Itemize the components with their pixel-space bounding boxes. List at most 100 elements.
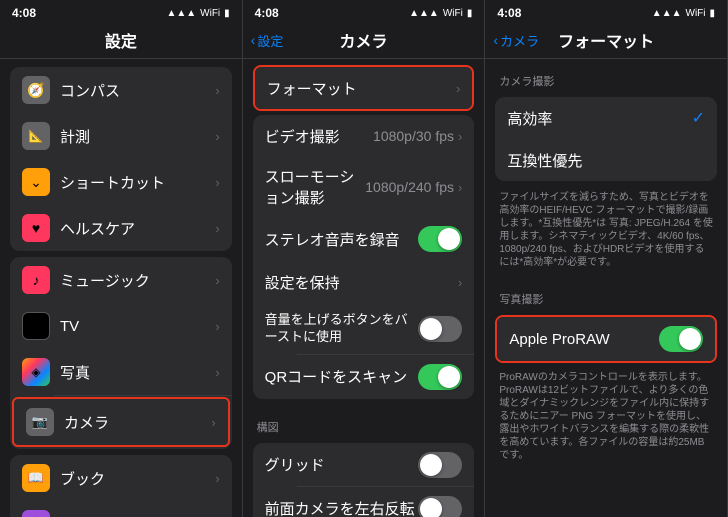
settings-group-1: 🧭 コンパス › 📐 計測 › ⌄ ショートカット › ♥ ヘルスケア › [10, 67, 232, 251]
signal-icon-3: ▲▲▲ [652, 8, 682, 19]
wifi-icon-2: WiFi [443, 8, 463, 19]
camera-label: カメラ [64, 412, 211, 433]
qr-label: QRコードをスキャン [265, 366, 419, 387]
slomotion-value: 1080p/240 fps [365, 179, 454, 195]
nav-header-3: ‹ カメラ フォーマット [485, 24, 727, 59]
back-chevron-3: ‹ [493, 32, 498, 48]
settings-group-3: 📖 ブック › 🎙 Podcast › ◈ Game Center › [10, 455, 232, 517]
photos-row[interactable]: ◈ 写真 › [10, 349, 232, 395]
qr-row[interactable]: QRコードをスキャン [253, 355, 475, 399]
volume-toggle[interactable] [418, 316, 462, 342]
status-bar-1: 4:08 ▲▲▲ WiFi ▮ [0, 0, 242, 24]
back-chevron-2: ‹ [251, 32, 256, 48]
podcast-row[interactable]: 🎙 Podcast › [10, 501, 232, 517]
proraw-highlight: Apple ProRAW [495, 315, 717, 363]
compass-icon: 🧭 [22, 76, 50, 104]
camera-row[interactable]: 📷 カメラ › [14, 399, 228, 445]
photos-label: 写真 [60, 362, 215, 383]
tv-row[interactable]: ▶ TV › [10, 303, 232, 349]
status-time-2: 4:08 [255, 6, 279, 20]
video-row[interactable]: ビデオ撮影 1080p/30 fps › [253, 115, 475, 157]
camera-title: カメラ [340, 28, 388, 52]
save-row[interactable]: 設定を保持 › [253, 261, 475, 303]
format-group-1: 高効率 ✓ 互換性優先 [495, 97, 717, 181]
back-label-3: カメラ [500, 31, 539, 50]
format-label: フォーマット [267, 78, 456, 99]
format-row[interactable]: フォーマット › [255, 67, 473, 109]
frontcam-row[interactable]: 前面カメラを左右反転 [253, 487, 475, 517]
battery-icon: ▮ [224, 8, 230, 19]
music-row[interactable]: ♪ ミュージック › [10, 257, 232, 303]
camera-scroll[interactable]: フォーマット › ビデオ撮影 1080p/30 fps › スローモーション撮影… [243, 59, 485, 517]
format-scroll[interactable]: カメラ撮影 高効率 ✓ 互換性優先 ファイルサイズを減らすため、写真とビデオを高… [485, 59, 727, 517]
grid-toggle[interactable] [418, 452, 462, 478]
proraw-row[interactable]: Apple ProRAW [497, 317, 715, 361]
qr-toggle[interactable] [418, 364, 462, 390]
status-icons-1: ▲▲▲ WiFi ▮ [166, 8, 229, 19]
kouyou-check: ✓ [692, 108, 705, 128]
calc-row[interactable]: 📐 計測 › [10, 113, 232, 159]
section-label-composition: 構図 [243, 405, 485, 439]
books-icon: 📖 [22, 464, 50, 492]
compass-row[interactable]: 🧭 コンパス › [10, 67, 232, 113]
camera-shooting-label: カメラ撮影 [485, 59, 727, 93]
stereo-toggle[interactable] [418, 226, 462, 252]
photos-chevron: › [215, 365, 219, 380]
proraw-desc: ProRAWのカメラコントロールを表示します。ProRAWは12ビットファイルで… [485, 367, 727, 470]
format-title: フォーマット [558, 28, 654, 52]
status-time-1: 4:08 [12, 6, 36, 20]
music-chevron: › [215, 273, 219, 288]
shortcuts-label: ショートカット [60, 172, 215, 193]
slomotion-row[interactable]: スローモーション撮影 1080p/240 fps › [253, 157, 475, 217]
calc-icon: 📐 [22, 122, 50, 150]
video-value: 1080p/30 fps [373, 128, 454, 144]
settings-group-2: ♪ ミュージック › ▶ TV › ◈ 写真 › 📷 カメラ › [10, 257, 232, 449]
format-desc: ファイルサイズを減らすため、写真とビデオを高効率のHEIF/HEVC フォーマッ… [485, 187, 727, 277]
proraw-toggle[interactable] [659, 326, 703, 352]
back-button-2[interactable]: ‹ 設定 [251, 31, 284, 50]
shortcuts-row[interactable]: ⌄ ショートカット › [10, 159, 232, 205]
podcast-icon: 🎙 [22, 510, 50, 517]
battery-icon-3: ▮ [710, 8, 716, 19]
calc-label: 計測 [60, 126, 215, 147]
wifi-icon: WiFi [200, 8, 220, 19]
gokan-label: 互換性優先 [507, 150, 705, 171]
shortcuts-icon: ⌄ [22, 168, 50, 196]
tv-icon: ▶ [22, 312, 50, 340]
frontcam-toggle[interactable] [418, 496, 462, 517]
status-bar-3: 4:08 ▲▲▲ WiFi ▮ [485, 0, 727, 24]
compass-label: コンパス [60, 80, 215, 101]
shortcuts-chevron: › [215, 175, 219, 190]
camera-group-1: ビデオ撮影 1080p/30 fps › スローモーション撮影 1080p/24… [253, 115, 475, 399]
grid-label: グリッド [265, 454, 419, 475]
music-icon: ♪ [22, 266, 50, 294]
health-row[interactable]: ♥ ヘルスケア › [10, 205, 232, 251]
back-button-3[interactable]: ‹ カメラ [493, 31, 539, 50]
format-highlight: フォーマット › [253, 65, 475, 111]
proraw-label: Apple ProRAW [509, 331, 659, 348]
video-chevron: › [458, 129, 462, 144]
stereo-row[interactable]: ステレオ音声を録音 [253, 217, 475, 261]
battery-icon-2: ▮ [467, 8, 473, 19]
grid-row[interactable]: グリッド [253, 443, 475, 487]
books-row[interactable]: 📖 ブック › [10, 455, 232, 501]
health-icon: ♥ [22, 214, 50, 242]
volume-row[interactable]: 音量を上げるボタンをバーストに使用 [253, 303, 475, 355]
photo-shooting-label: 写真撮影 [485, 277, 727, 311]
back-label-2: 設定 [257, 31, 283, 50]
signal-icon-2: ▲▲▲ [409, 8, 439, 19]
signal-icon: ▲▲▲ [166, 8, 196, 19]
health-chevron: › [215, 221, 219, 236]
settings-scroll[interactable]: 🧭 コンパス › 📐 計測 › ⌄ ショートカット › ♥ ヘルスケア › [0, 59, 242, 517]
camera-icon: 📷 [26, 408, 54, 436]
panel-format: 4:08 ▲▲▲ WiFi ▮ ‹ カメラ フォーマット カメラ撮影 高効率 ✓… [485, 0, 728, 517]
health-label: ヘルスケア [60, 218, 215, 239]
status-bar-2: 4:08 ▲▲▲ WiFi ▮ [243, 0, 485, 24]
panel-settings: 4:08 ▲▲▲ WiFi ▮ 設定 🧭 コンパス › 📐 計測 › ⌄ ショー… [0, 0, 243, 517]
kouyou-row[interactable]: 高効率 ✓ [495, 97, 717, 139]
tv-label: TV [60, 318, 215, 335]
compass-chevron: › [215, 83, 219, 98]
calc-chevron: › [215, 129, 219, 144]
books-chevron: › [215, 471, 219, 486]
gokan-row[interactable]: 互換性優先 [495, 139, 717, 181]
